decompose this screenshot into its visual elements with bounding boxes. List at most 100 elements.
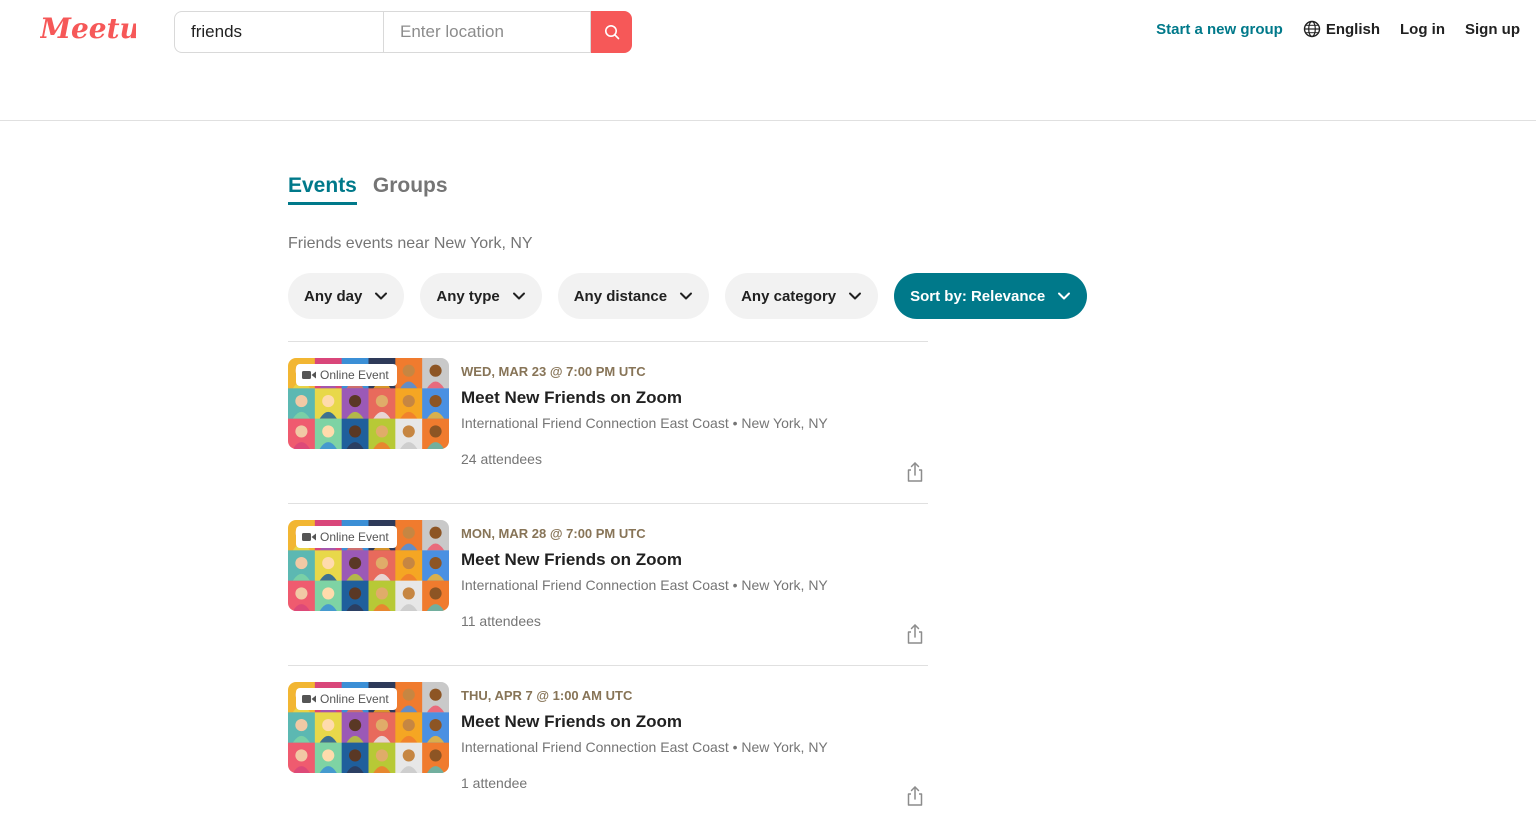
mosaic-person-head [429,688,442,701]
mosaic-person-head [402,749,415,762]
mosaic-person-head [375,749,388,762]
event-list: Online Event WED, MAR 23 @ 7:00 PM UTC M… [288,341,928,827]
mosaic-person-head [429,719,442,732]
event-card[interactable]: Online Event WED, MAR 23 @ 7:00 PM UTC M… [288,341,928,503]
mosaic-person-head [322,557,335,570]
video-camera-icon [302,695,316,703]
chevron-down-icon [1058,292,1071,300]
online-event-badge: Online Event [296,688,397,710]
event-attendees: 11 attendees [461,613,541,629]
event-date: MON, MAR 28 @ 7:00 PM UTC [461,526,646,541]
mosaic-person-head [295,425,308,438]
keyword-input[interactable] [174,11,383,53]
mosaic-person-head [349,425,362,438]
mosaic-person-head [429,526,442,539]
start-new-group-link[interactable]: Start a new group [1156,21,1283,38]
login-link[interactable]: Log in [1400,21,1445,38]
svg-text:Meetup: Meetup [40,12,136,45]
mosaic-person-head [402,688,415,701]
tab-groups[interactable]: Groups [373,174,448,205]
mosaic-person-head [349,557,362,570]
mosaic-person-head [295,395,308,408]
online-event-badge: Online Event [296,526,397,548]
site-header: Meetup Start a new group English Log in … [0,0,1536,121]
filter-distance[interactable]: Any distance [557,273,710,319]
mosaic-person-head [375,587,388,600]
sort-dropdown[interactable]: Sort by: Relevance [894,273,1088,319]
mosaic-person-head [429,749,442,762]
share-icon[interactable] [905,785,925,807]
sort-label: Sort by: Relevance [910,287,1046,305]
online-event-label: Online Event [320,530,389,544]
mosaic-person-head [429,364,442,377]
chevron-down-icon [512,292,525,300]
mosaic-person-head [402,719,415,732]
event-group: International Friend Connection East Coa… [461,415,828,431]
mosaic-person-head [375,719,388,732]
event-thumbnail[interactable]: Online Event [288,520,449,611]
mosaic-person-head [402,425,415,438]
event-date: WED, MAR 23 @ 7:00 PM UTC [461,364,646,379]
mosaic-person-head [402,364,415,377]
mosaic-person-head [295,557,308,570]
video-camera-icon [302,371,316,379]
filter-type[interactable]: Any type [420,273,542,319]
results-subtitle: Friends events near New York, NY [288,235,533,252]
mosaic-person-head [429,557,442,570]
mosaic-person-head [349,587,362,600]
chevron-down-icon [375,292,388,300]
mosaic-person-head [295,719,308,732]
video-camera-icon [302,533,316,541]
filter-category-label: Any category [741,287,837,305]
event-thumbnail[interactable]: Online Event [288,682,449,773]
mosaic-person-head [402,557,415,570]
event-group: International Friend Connection East Coa… [461,577,828,593]
share-icon[interactable] [905,461,925,483]
mosaic-person-head [322,587,335,600]
language-selector[interactable]: English [1303,20,1380,38]
mosaic-person-head [349,719,362,732]
mosaic-person-head [429,587,442,600]
mosaic-person-head [375,425,388,438]
filter-day[interactable]: Any day [288,273,405,319]
mosaic-person-head [295,587,308,600]
online-event-badge: Online Event [296,364,397,386]
tab-events[interactable]: Events [288,174,357,205]
mosaic-person-head [429,395,442,408]
mosaic-person-head [429,425,442,438]
online-event-label: Online Event [320,692,389,706]
event-card[interactable]: Online Event MON, MAR 28 @ 7:00 PM UTC M… [288,503,928,665]
event-attendees: 24 attendees [461,451,542,467]
event-card[interactable]: Online Event THU, APR 7 @ 1:00 AM UTC Me… [288,665,928,827]
online-event-label: Online Event [320,368,389,382]
mosaic-person-head [295,749,308,762]
mosaic-person-head [402,587,415,600]
event-title[interactable]: Meet New Friends on Zoom [461,550,682,570]
search-button[interactable] [591,11,632,53]
event-thumbnail[interactable]: Online Event [288,358,449,449]
mosaic-person-head [375,557,388,570]
header-nav: Start a new group English Log in Sign up [1156,20,1520,38]
event-group: International Friend Connection East Coa… [461,739,828,755]
share-icon[interactable] [905,623,925,645]
filter-type-label: Any type [436,287,500,305]
mosaic-person-head [322,719,335,732]
chevron-down-icon [680,292,693,300]
event-title[interactable]: Meet New Friends on Zoom [461,712,682,732]
meetup-logo[interactable]: Meetup [40,12,136,52]
mosaic-person-head [349,749,362,762]
mosaic-person-head [402,395,415,408]
filter-category[interactable]: Any category [725,273,879,319]
filter-distance-label: Any distance [573,287,668,305]
chevron-down-icon [849,292,862,300]
mosaic-person-head [402,526,415,539]
signup-link[interactable]: Sign up [1465,21,1520,38]
language-label: English [1325,20,1380,38]
event-title[interactable]: Meet New Friends on Zoom [461,388,682,408]
event-date: THU, APR 7 @ 1:00 AM UTC [461,688,633,703]
filter-bar: Any day Any type Any distance Any catego… [288,273,1103,319]
mosaic-person-head [322,749,335,762]
location-input[interactable] [383,11,591,53]
mosaic-person-head [322,395,335,408]
mosaic-person-head [322,425,335,438]
